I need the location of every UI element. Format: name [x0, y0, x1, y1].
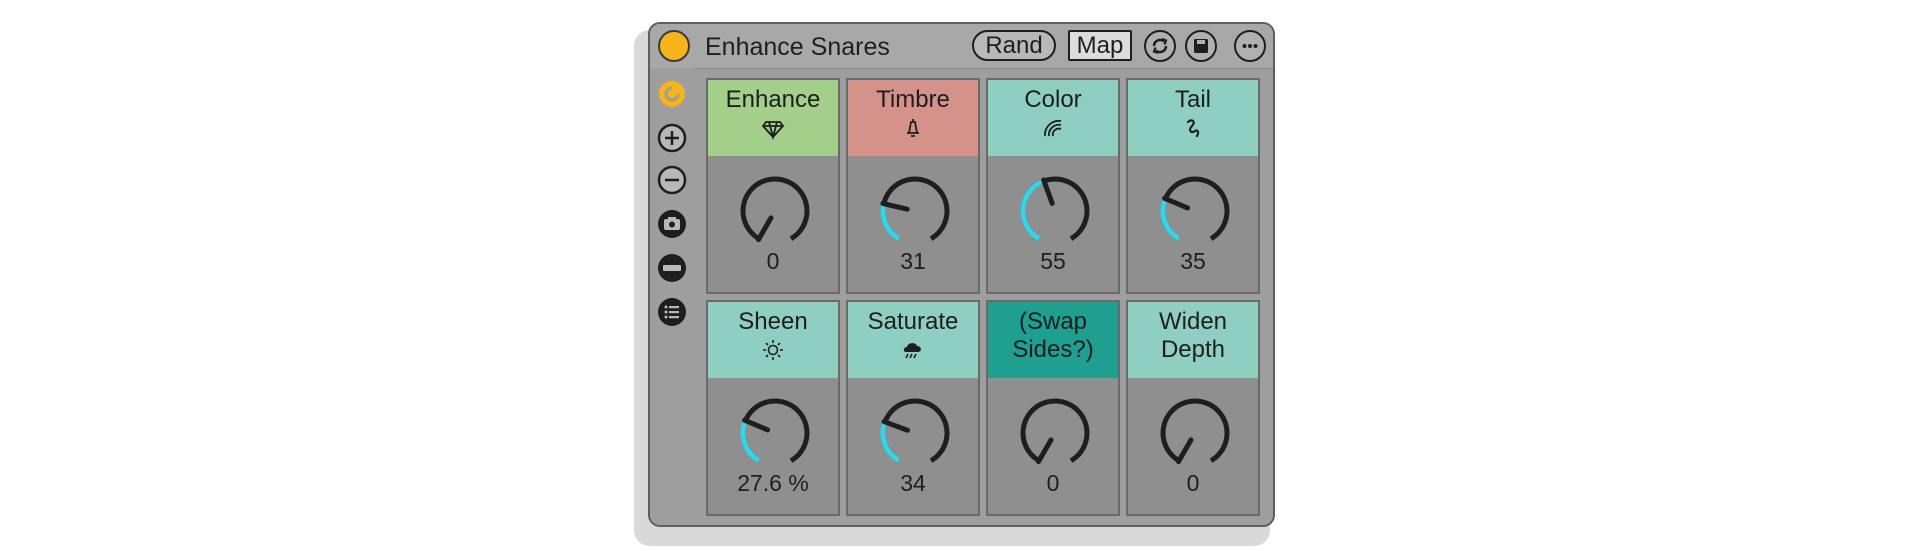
macro-header: Widen Depth [1128, 302, 1258, 378]
rack-title-bar: Enhance Snares Rand Map [650, 24, 1273, 69]
macro-control-6[interactable]: Saturate 34 [846, 300, 980, 516]
knob-track [740, 176, 810, 241]
add-macro-icon [657, 123, 687, 153]
bell-icon [900, 116, 926, 140]
macro-control-8[interactable]: Widen Depth 0 [1126, 300, 1260, 516]
macro-label: Sheen [738, 308, 808, 335]
device-list-button[interactable] [656, 296, 688, 328]
macro-label: Tail [1174, 86, 1211, 113]
remove-macro-icon [657, 165, 687, 195]
device-rack: Enhance Snares Rand Map Enhance 0 Timbre… [648, 22, 1275, 527]
macro-value: 34 [900, 470, 926, 496]
knob-track [880, 398, 950, 463]
knob-pointer [1162, 195, 1191, 211]
save-preset-button[interactable] [1185, 30, 1217, 62]
rack-sidebar [650, 68, 694, 525]
macro-value: 27.6 % [737, 470, 809, 496]
macro-variations-button[interactable] [656, 78, 688, 110]
camera-icon [658, 210, 686, 238]
add-macro-button[interactable] [656, 122, 688, 154]
macro-header: Sheen [708, 302, 838, 378]
macro-control-1[interactable]: Enhance 0 [706, 78, 840, 294]
randomize-button[interactable]: Rand [972, 30, 1056, 61]
macro-knob[interactable] [1015, 171, 1095, 251]
macro-value: 0 [766, 248, 780, 274]
knob-pointer [756, 215, 774, 243]
knob-track [880, 176, 950, 241]
macro-control-3[interactable]: Color 55 [986, 78, 1120, 294]
macro-knob[interactable] [875, 171, 955, 251]
list-icon [658, 298, 686, 326]
save-icon [1194, 39, 1208, 53]
macro-header: Color [988, 80, 1118, 156]
knob-track [1020, 398, 1090, 463]
device-power-button[interactable] [658, 30, 690, 62]
map-button[interactable]: Map [1068, 30, 1132, 61]
squiggle-icon [1180, 116, 1206, 140]
sun-icon [760, 338, 786, 362]
macro-value: 31 [900, 248, 926, 274]
macro-knob[interactable] [735, 393, 815, 473]
macro-label: Saturate [867, 308, 959, 335]
chain-list-button[interactable] [656, 252, 688, 284]
macro-control-7[interactable]: (Swap Sides?) 0 [986, 300, 1120, 516]
hot-swap-button[interactable] [1144, 30, 1176, 62]
macro-value: 55 [1040, 248, 1066, 274]
macro-knob[interactable] [1155, 171, 1235, 251]
macro-header: Saturate [848, 302, 978, 378]
macro-knob[interactable] [875, 393, 955, 473]
macro-control-5[interactable]: Sheen 27.6 % [706, 300, 840, 516]
macro-label: (Swap Sides?) [1012, 308, 1094, 363]
macro-label: Timbre [876, 86, 950, 113]
macro-knob[interactable] [1155, 393, 1235, 473]
macro-header: (Swap Sides?) [988, 302, 1118, 378]
more-options-button[interactable] [1234, 30, 1266, 62]
macro-label: Widen Depth [1158, 308, 1228, 363]
macro-value: 35 [1180, 248, 1206, 274]
macro-header: Enhance [708, 80, 838, 156]
knob-track [740, 398, 810, 463]
knob-pointer [742, 417, 771, 433]
knob-pointer [1041, 177, 1055, 206]
knob-pointer [880, 200, 910, 212]
macro-control-2[interactable]: Timbre 31 [846, 78, 980, 294]
diamond-icon [760, 116, 786, 141]
hot-swap-icon [1152, 37, 1168, 55]
minus-bar-icon [658, 254, 686, 282]
more-icon [1242, 44, 1258, 48]
knob-pointer [881, 419, 910, 433]
macro-header: Timbre [848, 80, 978, 156]
knob-track [1160, 176, 1230, 241]
cloud-rain-icon [900, 338, 926, 362]
macro-value: 0 [1186, 470, 1200, 496]
rack-title: Enhance Snares [705, 33, 890, 61]
knob-pointer [1036, 437, 1054, 465]
knob-pointer [1176, 437, 1194, 465]
macro-knob[interactable] [735, 171, 815, 251]
knob-track [1160, 398, 1230, 463]
macro-variations-icon [659, 81, 685, 107]
macro-label: Enhance [725, 86, 821, 113]
macro-value: 0 [1046, 470, 1060, 496]
macro-label: Color [1024, 86, 1082, 113]
snapshot-button[interactable] [656, 208, 688, 240]
rainbow-icon [1040, 116, 1066, 140]
remove-macro-button[interactable] [656, 164, 688, 196]
macro-control-4[interactable]: Tail 35 [1126, 78, 1260, 294]
macro-knob[interactable] [1015, 393, 1095, 473]
macro-header: Tail [1128, 80, 1258, 156]
